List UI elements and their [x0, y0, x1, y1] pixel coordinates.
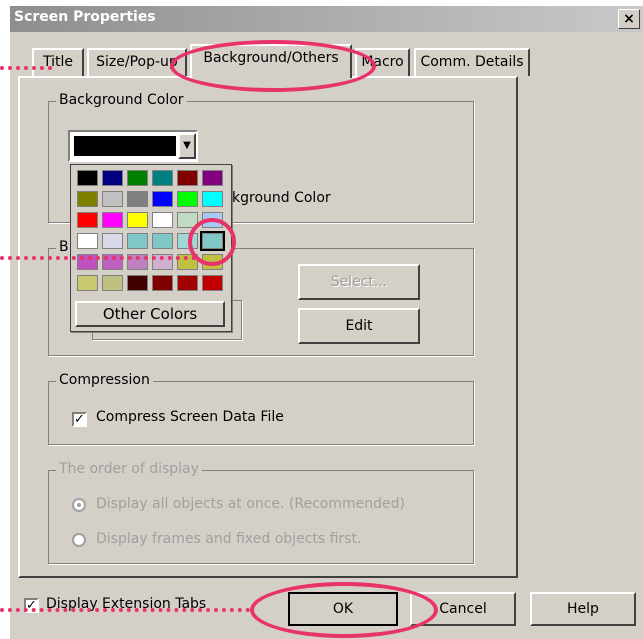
color-swatch[interactable]	[127, 275, 148, 291]
color-swatch[interactable]	[177, 275, 198, 291]
edit-button[interactable]: Edit	[298, 308, 420, 344]
tab-comm-details[interactable]: Comm. Details	[414, 48, 530, 76]
tab-title[interactable]: Title	[32, 48, 84, 76]
color-swatch[interactable]	[102, 275, 123, 291]
color-swatch[interactable]	[127, 212, 148, 228]
color-swatch[interactable]	[127, 191, 148, 207]
radio-dot	[77, 503, 81, 507]
color-swatch[interactable]	[202, 275, 223, 291]
compress-checkbox-label: Compress Screen Data File	[96, 409, 284, 425]
chevron-down-icon[interactable]: ▼	[178, 133, 196, 159]
compress-checkbox[interactable]: ✓	[72, 412, 87, 427]
display-frames-radio[interactable]	[72, 533, 86, 547]
annotation-ring-tab	[170, 40, 376, 92]
selected-color-swatch	[74, 136, 176, 156]
annotation-dotted-line-palette	[0, 256, 196, 260]
annotation-dotted-line-tabs	[0, 66, 52, 70]
display-order-group	[48, 470, 474, 564]
color-swatch[interactable]	[102, 212, 123, 228]
display-order-legend: The order of display	[56, 461, 202, 477]
close-button[interactable]: ×	[618, 9, 640, 29]
color-swatch[interactable]	[77, 191, 98, 207]
color-swatch[interactable]	[102, 233, 123, 249]
color-swatch[interactable]	[102, 191, 123, 207]
color-swatch[interactable]	[77, 170, 98, 186]
color-swatch[interactable]	[177, 191, 198, 207]
color-swatch[interactable]	[177, 170, 198, 186]
other-colors-button[interactable]: Other Colors	[75, 301, 225, 327]
annotation-ring-swatch	[188, 218, 236, 266]
color-swatch[interactable]	[102, 170, 123, 186]
color-swatch[interactable]	[77, 233, 98, 249]
display-all-label: Display all objects at once. (Recommende…	[96, 496, 405, 512]
background-color-legend: Background Color	[56, 92, 187, 108]
compression-legend: Compression	[56, 372, 153, 388]
color-swatch[interactable]	[127, 233, 148, 249]
color-swatch[interactable]	[152, 233, 173, 249]
color-swatch[interactable]	[152, 191, 173, 207]
window-title: Screen Properties	[14, 9, 156, 25]
color-swatch[interactable]	[202, 191, 223, 207]
color-swatch[interactable]	[152, 212, 173, 228]
color-swatch[interactable]	[77, 275, 98, 291]
background-color-checkbox-label: kground Color	[232, 190, 331, 206]
color-swatch[interactable]	[77, 212, 98, 228]
color-swatch[interactable]	[202, 170, 223, 186]
annotation-ring-ok	[250, 582, 438, 638]
color-swatch[interactable]	[127, 170, 148, 186]
color-swatch[interactable]	[152, 275, 173, 291]
background-color-dropdown[interactable]: ▼	[68, 130, 198, 162]
display-all-radio[interactable]	[72, 498, 86, 512]
help-button[interactable]: Help	[530, 592, 636, 626]
annotation-dotted-line-ok	[0, 608, 250, 612]
select-button[interactable]: Select...	[298, 264, 420, 300]
color-swatch[interactable]	[152, 170, 173, 186]
display-frames-label: Display frames and fixed objects first.	[96, 531, 362, 547]
